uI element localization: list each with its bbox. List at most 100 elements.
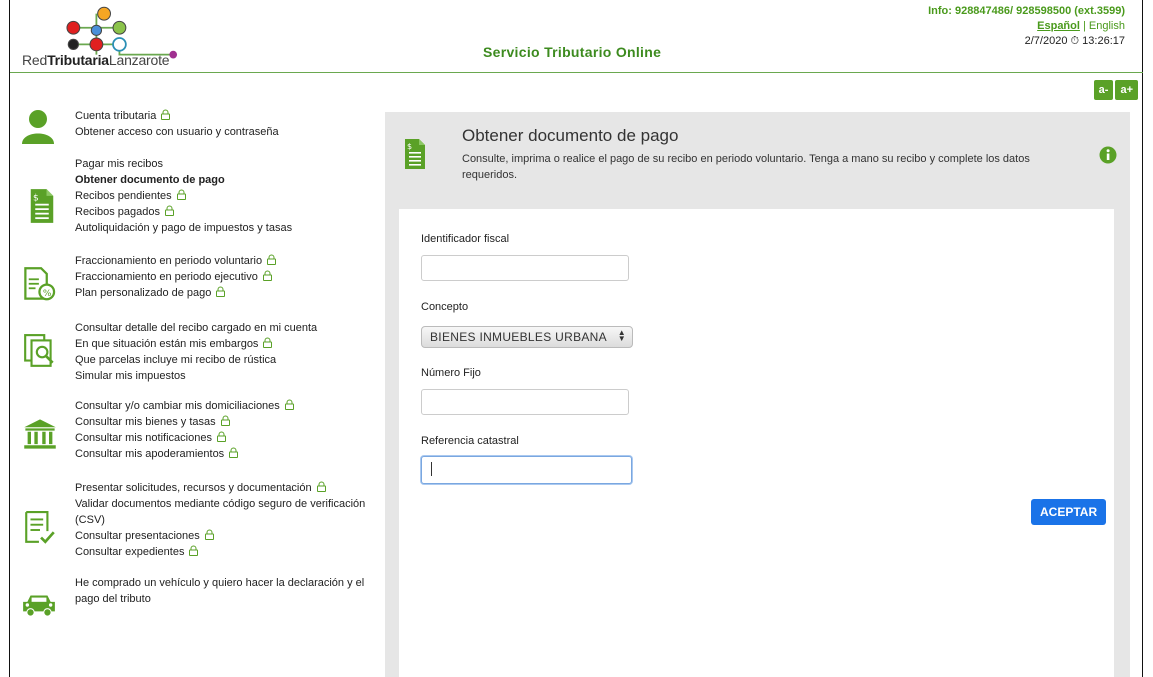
lock-icon [263,337,273,348]
sidebar-item-cuenta-tributaria[interactable]: Cuenta tributaria [75,108,375,124]
lock-icon [161,109,171,120]
sidebar-item-pagar-recibos[interactable]: Pagar mis recibos [75,156,375,172]
sidebar-item-apoderamientos[interactable]: Consultar mis apoderamientos [75,446,375,462]
checklist-icon [25,511,55,544]
sidebar-item-presentaciones[interactable]: Consultar presentaciones [75,528,375,544]
lock-icon [189,545,199,556]
time-text: 13:26:17 [1082,35,1125,47]
sidebar-group-items: He comprado un vehículo y quiero hacer l… [75,575,375,607]
sidebar-item-label: Consultar mis apoderamientos [75,448,225,460]
date-text: 2/7/2020 [1024,35,1068,47]
sidebar-group-items: Consultar detalle del recibo cargado en … [75,320,375,384]
car-icon [23,595,55,617]
lang-es-link[interactable]: Español [1037,20,1080,32]
sidebar-group-receipts: $ Pagar mis recibos Obtener documento de… [20,156,370,241]
site-title: Servicio Tributario Online [483,44,662,60]
contact-phone: Info: 928847486/ 928598500 (ext.3599) [928,5,1125,17]
sidebar-group-items: Cuenta tributaria Obtener acceso con usu… [75,108,375,140]
sidebar-item-label: Fraccionamiento en periodo voluntario [75,255,263,267]
accept-button[interactable]: ACEPTAR [1031,499,1107,525]
main-panel: $ Obtener documento de pago Consulte, im… [385,112,1130,677]
concept-select-value: BIENES INMUEBLES URBANA [430,330,607,344]
sidebar-item-autoliquidacion[interactable]: Autoliquidación y pago de impuestos y ta… [75,220,375,236]
cadastral-label: Referencia catastral [421,435,519,447]
logo-text: RedTributariaLanzarote [22,52,170,68]
sidebar-group-installments: % Fraccionamiento en periodo voluntario … [20,253,370,303]
sidebar-group-items: Fraccionamiento en periodo voluntario Fr… [75,253,375,301]
select-arrows-icon: ▲ ▼ [617,328,626,343]
fiscal-id-input[interactable] [421,255,629,281]
sidebar-group-items: Presentar solicitudes, recursos y docume… [75,480,375,560]
sidebar-item-label: Presentar solicitudes, recursos y docume… [75,482,312,494]
sidebar-item-label: En que situación están mis embargos [75,338,259,350]
sidebar-group-consult: Consultar detalle del recibo cargado en … [20,320,370,386]
lock-icon [220,415,230,426]
sidebar-item-label: Consultar expedientes [75,546,185,558]
lang-en-link[interactable]: | English [1083,20,1125,32]
document-search-icon [24,334,54,367]
sidebar-item-plan-personalizado[interactable]: Plan personalizado de pago [75,285,375,301]
header-info: Info: 928847486/ 928598500 (ext.3599) Es… [928,4,1125,49]
sidebar-item-vehiculo[interactable]: He comprado un vehículo y quiero hacer l… [75,575,375,607]
lock-icon [216,286,226,297]
info-icon[interactable] [1099,146,1117,164]
bank-icon [24,419,56,449]
sidebar-item-presentar-solicitudes[interactable]: Presentar solicitudes, recursos y docume… [75,480,375,496]
sidebar-item-label: Plan personalizado de pago [75,287,212,299]
user-icon [22,110,54,144]
sidebar-item-obtener-acceso[interactable]: Obtener acceso con usuario y contraseña [75,124,375,140]
lock-icon [284,399,294,410]
lock-icon [204,529,214,540]
cadastral-input[interactable] [421,456,632,484]
font-increase-button[interactable]: a+ [1115,80,1138,100]
payment-form: Identificador fiscal Concepto BIENES INM… [399,209,1114,677]
sidebar-item-expedientes[interactable]: Consultar expedientes [75,544,375,560]
sidebar-item-parcelas-rustica[interactable]: Que parcelas incluye mi recibo de rústic… [75,352,375,368]
sidebar-item-embargos[interactable]: En que situación están mis embargos [75,336,375,352]
svg-text:%: % [43,289,52,299]
fiscal-id-label: Identificador fiscal [421,233,510,245]
fixed-number-input[interactable] [421,389,629,415]
sidebar-item-fracc-voluntario[interactable]: Fraccionamiento en periodo voluntario [75,253,375,269]
sidebar-item-recibos-pendientes[interactable]: Recibos pendientes [75,188,375,204]
font-decrease-button[interactable]: a- [1093,80,1114,100]
fixed-number-label: Número Fijo [421,367,481,379]
sidebar-group-items: Pagar mis recibos Obtener documento de p… [75,156,375,236]
page-description: Consulte, imprima o realice el pago de s… [462,153,1030,181]
sidebar-item-label: Recibos pendientes [75,190,172,202]
font-size-controls: a- a+ [1093,80,1138,100]
sidebar-item-label: Cuenta tributaria [75,110,157,122]
logo-text-lanzarote: Lanzarote [108,52,170,68]
datetime: 2/7/2020 ⏱ 13:26:17 [928,34,1125,49]
page-title: Obtener documento de pago [462,126,679,145]
sidebar-item-simular-impuestos[interactable]: Simular mis impuestos [75,368,375,384]
sidebar-item-notificaciones[interactable]: Consultar mis notificaciones [75,430,375,446]
sidebar-item-label: Consultar y/o cambiar mis domiciliacione… [75,400,280,412]
sidebar-item-label: Consultar mis bienes y tasas [75,416,216,428]
sidebar-item-label: Recibos pagados [75,206,161,218]
lock-icon [216,431,226,442]
clock-icon: ⏱ [1070,35,1080,47]
sidebar-item-recibos-pagados[interactable]: Recibos pagados [75,204,375,220]
sidebar-group-documents: Presentar solicitudes, recursos y docume… [20,480,370,564]
svg-text:$: $ [407,142,412,151]
sidebar-item-domiciliaciones[interactable]: Consultar y/o cambiar mis domiciliacione… [75,398,375,414]
svg-text:$: $ [33,193,39,203]
sidebar-item-validar-csv[interactable]: Validar documentos mediante código segur… [75,496,375,528]
panel-header: $ Obtener documento de pago Consulte, im… [385,112,1130,207]
sidebar-group-items: Consultar y/o cambiar mis domiciliacione… [75,398,375,462]
sidebar-item-fracc-ejecutivo[interactable]: Fraccionamiento en periodo ejecutivo [75,269,375,285]
lock-icon [316,481,326,492]
concept-select[interactable]: BIENES INMUEBLES URBANA ▲ ▼ [421,326,633,348]
sidebar-item-detalle-recibo[interactable]: Consultar detalle del recibo cargado en … [75,320,375,336]
text-caret [431,462,432,476]
logo-text-tributaria: Tributaria [47,52,109,68]
sidebar-item-obtener-documento[interactable]: Obtener documento de pago [75,172,375,188]
payment-document-icon: $ [405,139,425,169]
lock-icon [267,254,277,265]
sidebar-group-bank: Consultar y/o cambiar mis domiciliacione… [20,398,370,464]
lock-icon [176,189,186,200]
lock-icon [262,270,272,281]
sidebar-item-bienes-tasas[interactable]: Consultar mis bienes y tasas [75,414,375,430]
sidebar-group-vehicle: He comprado un vehículo y quiero hacer l… [20,575,370,617]
